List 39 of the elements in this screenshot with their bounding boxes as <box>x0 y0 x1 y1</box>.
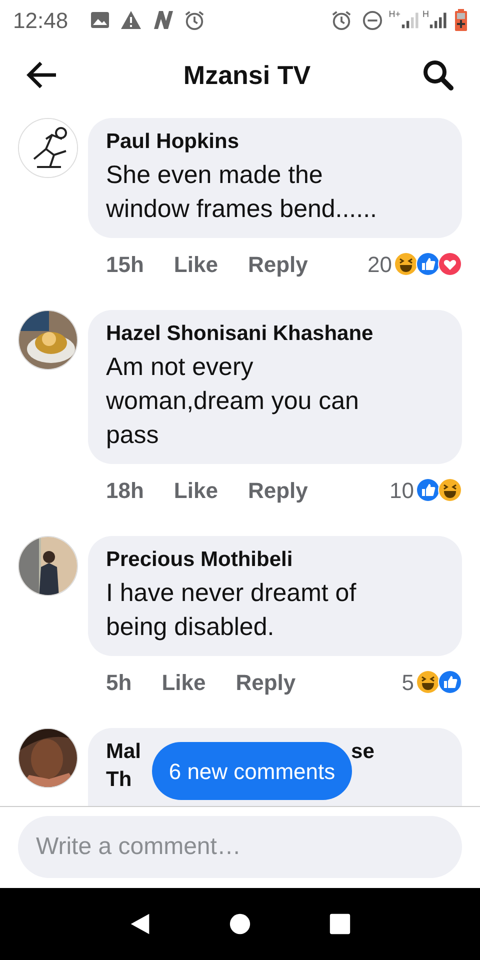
n-logo-icon <box>152 10 174 30</box>
alarm-icon <box>184 10 206 30</box>
comment-time: 15h <box>106 250 144 278</box>
alarm-icon <box>330 10 352 30</box>
comment-text: I have never dreamt of being disabled. <box>106 578 358 643</box>
network-type: H+ <box>388 8 400 21</box>
reply-button[interactable]: Reply <box>236 666 296 698</box>
reaction-count: 10 <box>390 476 414 504</box>
reply-button[interactable]: Reply <box>248 248 308 280</box>
reaction-count: 5 <box>402 668 414 696</box>
comment-time: 5h <box>106 668 132 696</box>
battery-icon <box>455 9 467 31</box>
like-button[interactable]: Like <box>162 666 206 698</box>
comment-field[interactable]: Write a comment… <box>18 816 462 878</box>
commenter-name: Mal <box>106 739 142 765</box>
commenter-name[interactable]: Hazel Shonisani Khashane <box>106 320 402 348</box>
signal-icon <box>429 10 449 30</box>
nav-back-button[interactable] <box>129 912 151 936</box>
reaction-count: 20 <box>368 250 392 278</box>
nav-recents-button[interactable] <box>329 913 351 935</box>
network-type: H <box>422 8 429 21</box>
like-button[interactable]: Like <box>174 248 218 280</box>
commenter-name: Th <box>106 767 132 793</box>
reply-button[interactable]: Reply <box>248 474 308 506</box>
comment-text: Am not every woman,dream you can pass <box>106 352 360 451</box>
comment-text: She even made the window frames bend...... <box>106 160 378 225</box>
image-icon <box>90 10 110 30</box>
commenter-name[interactable]: Paul Hopkins <box>106 128 402 156</box>
new-comments-button[interactable]: 6 new comments <box>152 742 352 800</box>
signal-icon <box>400 10 420 30</box>
like-button[interactable]: Like <box>174 474 218 506</box>
page-title: Mzansi TV <box>183 58 311 92</box>
status-time: 12:48 <box>13 6 68 34</box>
comment-time: 18h <box>106 476 144 504</box>
warning-icon <box>120 10 142 30</box>
commenter-name: se <box>351 739 374 765</box>
commenter-name[interactable]: Precious Mothibeli <box>106 546 402 574</box>
do-not-disturb-icon <box>362 10 383 30</box>
nav-home-button[interactable] <box>229 913 251 935</box>
